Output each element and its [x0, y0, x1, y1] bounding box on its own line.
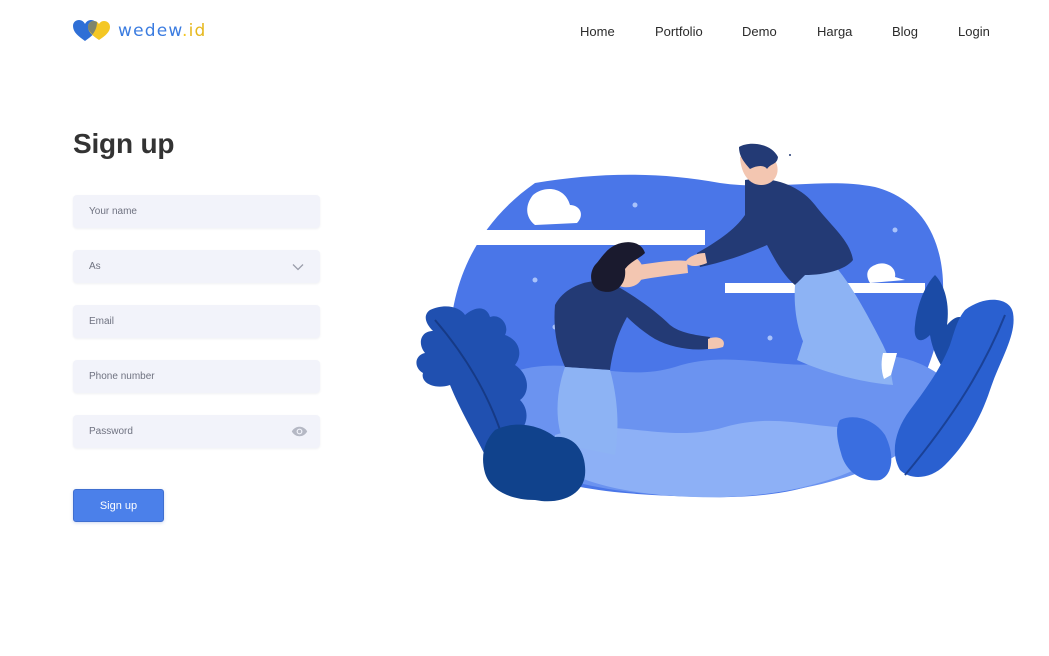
password-input[interactable]: [73, 415, 320, 448]
chevron-down-icon: [292, 263, 304, 270]
phone-input[interactable]: [73, 360, 320, 393]
role-select-value: As: [89, 261, 101, 272]
nav-blog-link[interactable]: Blog: [892, 24, 918, 39]
nav-demo-link[interactable]: Demo: [742, 24, 777, 39]
helping-hand-illustration: [416, 143, 1014, 502]
nav-login-link[interactable]: Login: [958, 24, 990, 39]
signup-page: wedew.id Home Portfolio Demo Harga Blog …: [0, 0, 1049, 656]
nav-home-link[interactable]: Home: [580, 24, 615, 39]
nav-portfolio-link[interactable]: Portfolio: [655, 24, 703, 39]
password-field: [73, 415, 320, 448]
main-nav: Home Portfolio Demo Harga Blog Login: [0, 24, 1049, 44]
name-input[interactable]: [73, 195, 320, 228]
page-title: Sign up: [73, 128, 175, 159]
nav-harga-link[interactable]: Harga: [817, 24, 852, 39]
role-select[interactable]: As: [73, 250, 320, 283]
email-input[interactable]: [73, 305, 320, 338]
eye-icon[interactable]: [291, 426, 308, 437]
signup-button[interactable]: Sign up: [73, 489, 164, 522]
